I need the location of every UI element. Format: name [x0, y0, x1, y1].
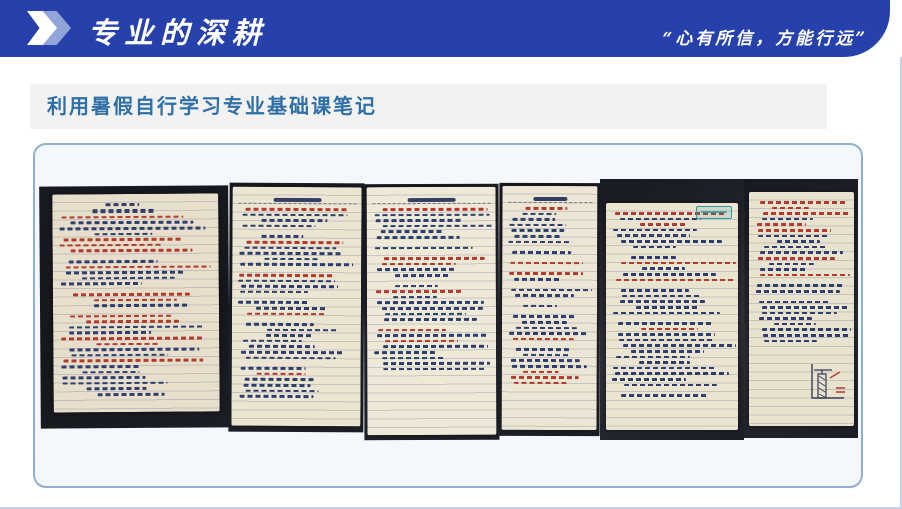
notebook-photo-2	[228, 183, 364, 433]
page-heading-rule	[373, 194, 491, 204]
notebook-photo-4	[499, 183, 601, 436]
double-chevron-icon	[27, 11, 79, 45]
notebook-photo-5	[600, 179, 744, 440]
notebook-photo-6	[744, 179, 858, 438]
subtitle-text: 利用暑假自行学习专业基础课笔记	[47, 84, 377, 129]
slide-header: 专业的深耕 “心有所信，方能行远”	[0, 0, 890, 57]
notebook-photo-3	[364, 184, 500, 440]
notebook-page-paper	[606, 203, 738, 430]
notebook-photo-1	[39, 185, 230, 428]
notebook-page-paper	[52, 193, 220, 412]
page-title: 专业的深耕	[88, 10, 268, 52]
page-heading-rule	[239, 194, 357, 205]
photo-collage	[40, 179, 858, 440]
teal-stamp	[696, 206, 732, 219]
header-quote: “心有所信，方能行远”	[662, 24, 868, 49]
notes-card	[33, 143, 863, 488]
notebook-page-paper	[749, 192, 854, 426]
page-heading-rule	[508, 193, 592, 203]
subtitle-bar: 利用暑假自行学习专业基础课笔记	[30, 84, 827, 129]
hand-drawn-circuit-diagram	[806, 360, 848, 404]
notebook-page-paper	[502, 186, 598, 430]
notebook-page-paper	[367, 187, 497, 435]
notebook-page-paper	[231, 187, 361, 427]
slide: 专业的深耕 “心有所信，方能行远” 利用暑假自行学习专业基础课笔记	[0, 0, 902, 509]
